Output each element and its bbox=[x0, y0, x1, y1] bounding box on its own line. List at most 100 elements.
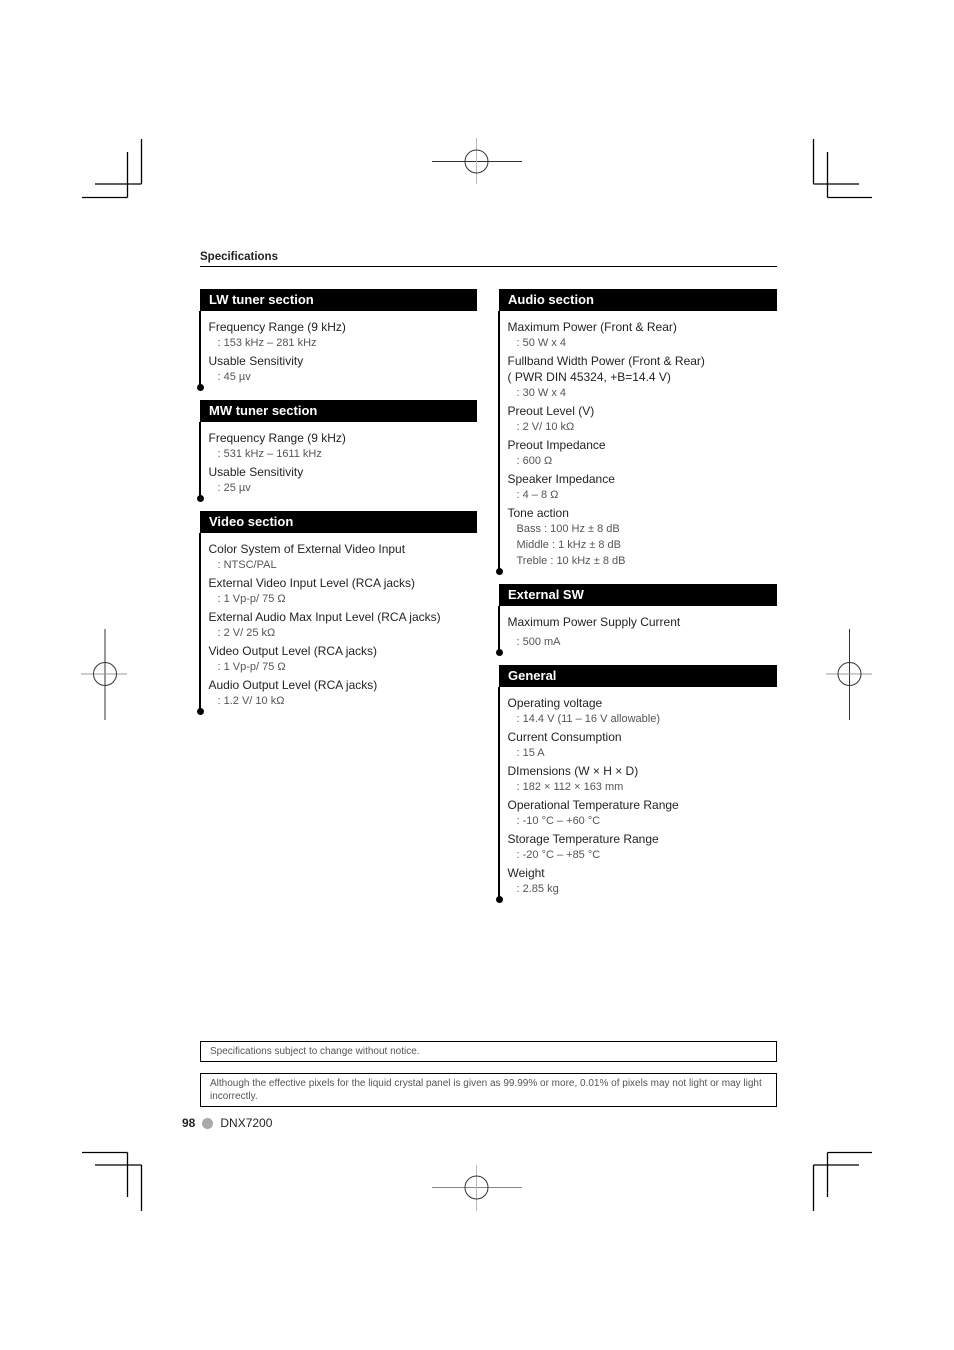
spec-value: : NTSC/PAL bbox=[217, 559, 277, 571]
spec-value: : 600 Ω bbox=[516, 455, 553, 467]
section-rule-line bbox=[199, 422, 201, 498]
page-number: 98 bbox=[182, 1116, 196, 1130]
section-rule-line bbox=[498, 687, 500, 899]
spec-item: Video Output Level (RCA jacks) : 1 Vp-p/ … bbox=[209, 643, 478, 675]
page-number-separator-dot-icon bbox=[202, 1117, 214, 1129]
spec-label: Maximum Power Supply Current bbox=[507, 615, 681, 629]
crop-mark-top-right bbox=[812, 139, 872, 199]
section-general: General Operating voltage: 14.4 V (11 – 1… bbox=[495, 665, 778, 903]
section-body: Frequency Range (9 kHz) : 153 kHz – 281 k… bbox=[196, 311, 478, 391]
spec-label: Audio Output Level (RCA jacks) bbox=[208, 678, 378, 692]
section-rule-line bbox=[498, 311, 500, 571]
spec-label: External Audio Max Input Level (RCA jack… bbox=[208, 610, 441, 624]
spec-label: Color System of External Video Input bbox=[208, 542, 406, 556]
spec-label: DImensions (W × H × D) bbox=[507, 764, 639, 778]
notice-text: Although the effective pixels for the li… bbox=[210, 1078, 762, 1102]
spec-label: Speaker Impedance bbox=[507, 472, 615, 486]
spec-label: Usable Sensitivity bbox=[208, 354, 304, 368]
spec-value: : 153 kHz – 281 kHz bbox=[217, 337, 317, 349]
notice-box-lcd-pixels: Although the effective pixels for the li… bbox=[200, 1073, 777, 1107]
spec-column-right: Audio section Maximum Power (Front & Rear… bbox=[495, 289, 778, 912]
section-rule-line bbox=[498, 606, 500, 652]
spec-value: : 50 W x 4 bbox=[516, 337, 567, 349]
spec-label: Fullband Width Power (Front & Rear) bbox=[507, 354, 705, 368]
spec-label: Storage Temperature Range bbox=[507, 832, 659, 846]
spec-item: Frequency Range (9 kHz) : 153 kHz – 281 k… bbox=[209, 319, 478, 351]
registration-mark-bottom bbox=[432, 1165, 522, 1211]
section-header: Audio section bbox=[499, 289, 777, 311]
spec-label: Current Consumption bbox=[507, 730, 622, 744]
spec-value: : 531 kHz – 1611 kHz bbox=[217, 448, 322, 460]
spec-label: Usable Sensitivity bbox=[208, 465, 304, 479]
section-lw-tuner: LW tuner section Frequency Range (9 kHz):… bbox=[196, 289, 478, 391]
section-external-sw: External SW Maximum Power Supply Current:… bbox=[495, 584, 777, 656]
spec-value: Middle : 1 kHz ± 8 dB bbox=[516, 539, 621, 551]
spec-value: : 2.85 kg bbox=[516, 883, 559, 895]
spec-value: Treble : 10 kHz ± 8 dB bbox=[516, 555, 626, 567]
spec-value: : 14.4 V (11 – 16 V allowable) bbox=[516, 713, 661, 725]
section-header: Video section bbox=[200, 511, 477, 533]
section-header: External SW bbox=[499, 584, 777, 606]
spec-label: External Video Input Level (RCA jacks) bbox=[208, 576, 416, 590]
spec-label: Preout Impedance bbox=[507, 438, 606, 452]
spec-value: : 15 A bbox=[516, 747, 545, 759]
spec-item: Usable Sensitivity : 45 µv bbox=[209, 353, 478, 385]
spec-label: Operational Temperature Range bbox=[507, 798, 679, 812]
section-body: Maximum Power Supply Current : 500 mA bbox=[495, 606, 777, 656]
spec-value: : 4 – 8 Ω bbox=[516, 489, 559, 501]
spec-item: Frequency Range (9 kHz) : 531 kHz – 1611 … bbox=[209, 430, 478, 462]
section-header: LW tuner section bbox=[200, 289, 477, 311]
spec-item: Maximum Power (Front & Rear): 50 W x 4 bbox=[508, 319, 778, 351]
section-mw-tuner: MW tuner section Frequency Range (9 kHz):… bbox=[196, 400, 478, 502]
section-end-dot-icon bbox=[196, 494, 204, 502]
crop-mark-top-left bbox=[82, 139, 143, 199]
spec-item: Operating voltage : 14.4 V (11 – 16 V all… bbox=[508, 695, 778, 727]
spec-label: Operating voltage bbox=[507, 696, 603, 710]
spec-item: Usable Sensitivity: 25 µv bbox=[209, 464, 478, 496]
spec-item: Preout Level (V): 2 V/ 10 kΩ bbox=[508, 403, 778, 435]
spec-item: DImensions (W × H × D): 182 × 112 × 163 … bbox=[508, 763, 778, 795]
registration-mark-left bbox=[81, 629, 127, 720]
spec-item: Preout Impedance : 600 Ω bbox=[508, 437, 778, 469]
notice-text: Specifications subject to change without… bbox=[210, 1046, 420, 1057]
model-name: DNX7200 bbox=[220, 1116, 273, 1130]
spec-value: : 1 Vp-p/ 75 Ω bbox=[217, 661, 286, 673]
section-rule-line bbox=[199, 311, 201, 387]
spec-item: Weight: 2.85 kg bbox=[508, 865, 778, 897]
spec-value: : 30 W x 4 bbox=[516, 387, 567, 399]
spec-item: External Audio Max Input Level (RCA jack… bbox=[209, 609, 478, 641]
spec-value: : 1 Vp-p/ 75 Ω bbox=[217, 593, 286, 605]
spec-item: Audio Output Level (RCA jacks) : 1.2 V/ 1… bbox=[209, 677, 478, 709]
spec-item: Tone action Bass : 100 Hz ± 8 dB Middle : … bbox=[508, 505, 778, 569]
section-audio: Audio section Maximum Power (Front & Rear… bbox=[495, 289, 778, 575]
section-header: MW tuner section bbox=[200, 400, 477, 422]
spec-value: : 45 µv bbox=[217, 371, 251, 383]
spec-value: Bass : 100 Hz ± 8 dB bbox=[516, 523, 620, 535]
spec-item: External Video Input Level (RCA jacks) : … bbox=[209, 575, 478, 607]
spec-item: Current Consumption : 15 A bbox=[508, 729, 778, 761]
section-body: Color System of External Video Input : NT… bbox=[196, 533, 478, 715]
registration-mark-top bbox=[432, 138, 522, 184]
crop-mark-bottom-left bbox=[82, 1151, 143, 1211]
page-footer: 98 DNX7200 bbox=[182, 1116, 272, 1130]
spec-item: Fullband Width Power (Front & Rear) ( PWR… bbox=[508, 353, 778, 401]
spec-label: Frequency Range (9 kHz) bbox=[208, 320, 346, 334]
section-body: Operating voltage : 14.4 V (11 – 16 V all… bbox=[495, 687, 778, 903]
section-video: Video section Color System of External Vi… bbox=[196, 511, 478, 715]
crop-mark-bottom-right bbox=[812, 1151, 872, 1211]
spec-value: : 500 mA bbox=[516, 636, 561, 648]
printer-marks bbox=[81, 138, 872, 1211]
section-end-dot-icon bbox=[196, 707, 204, 715]
spec-label: Frequency Range (9 kHz) bbox=[208, 431, 346, 445]
spec-value: : 2 V/ 25 kΩ bbox=[217, 627, 276, 639]
spec-item: Color System of External Video Input : NT… bbox=[209, 541, 478, 573]
spec-value: : 1.2 V/ 10 kΩ bbox=[217, 695, 285, 707]
section-end-dot-icon bbox=[495, 648, 503, 656]
spec-item: Storage Temperature Range: -20 °C – +85 … bbox=[508, 831, 778, 863]
spec-label: Video Output Level (RCA jacks) bbox=[208, 644, 378, 658]
section-end-dot-icon bbox=[495, 567, 503, 575]
section-body: Maximum Power (Front & Rear): 50 W x 4 Fu… bbox=[495, 311, 778, 575]
running-head-rule bbox=[200, 266, 777, 267]
notice-box-specs-change: Specifications subject to change without… bbox=[200, 1041, 777, 1062]
spec-item: Operational Temperature Range: -10 °C – … bbox=[508, 797, 778, 829]
